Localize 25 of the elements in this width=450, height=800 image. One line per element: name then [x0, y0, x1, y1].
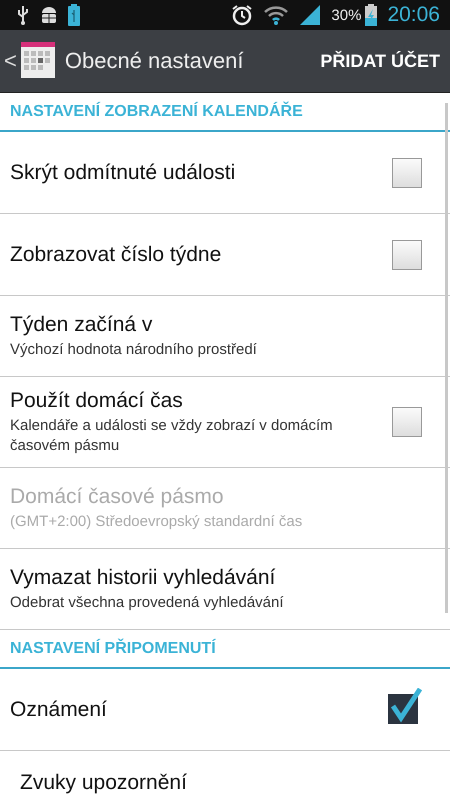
settings-item[interactable]: Vymazat historii vyhledávání Odebrat všechna provedená vyhledávání: [0, 549, 450, 630]
signal-icon: [299, 4, 322, 26]
back-button[interactable]: <: [0, 42, 61, 80]
android-icon: [40, 5, 58, 25]
usb-icon: [16, 5, 30, 25]
settings-item[interactable]: Zobrazovat číslo týdne: [0, 214, 450, 296]
section-header: NASTAVENÍ PŘIPOMENUTÍ: [10, 640, 216, 658]
add-account-button[interactable]: PŘIDAT ÚČET: [310, 50, 450, 72]
screen-title: Obecné nastavení: [64, 48, 244, 74]
settings-item[interactable]: Skrýt odmítnuté události: [0, 132, 450, 214]
settings-item[interactable]: Zvuky upozornění: [0, 751, 450, 795]
clock: 20:06: [387, 3, 440, 27]
settings-item[interactable]: Oznámení: [0, 669, 450, 751]
wifi-icon: [263, 5, 290, 25]
settings-item[interactable]: Použít domácí čas Kalendáře a události se vždy zobrazí v domácím časovém pásmu: [0, 377, 450, 468]
checkbox[interactable]: [392, 240, 422, 270]
settings-item[interactable]: Týden začíná v Výchozí hodnota národního prostředí: [0, 296, 450, 377]
checkbox[interactable]: [392, 407, 422, 437]
calendar-icon: [20, 42, 57, 80]
checkbox[interactable]: [392, 158, 422, 188]
battery-percent: 30%: [331, 6, 362, 24]
section-header: NASTAVENÍ ZOBRAZENÍ KALENDÁŘE: [10, 102, 303, 120]
battery-charging-icon: [365, 4, 378, 26]
battery-icon: [68, 4, 80, 26]
alarm-icon: [231, 4, 254, 26]
